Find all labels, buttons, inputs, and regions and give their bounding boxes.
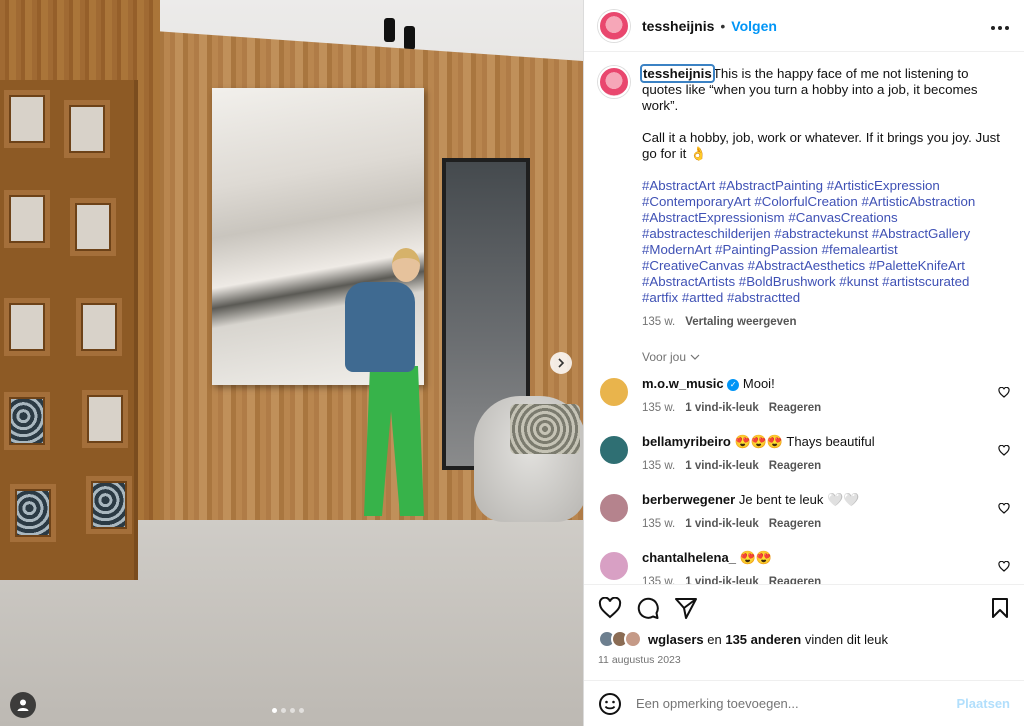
for-you-filter[interactable]: Voor jou	[642, 350, 1010, 364]
caption-time: 135 w.	[642, 316, 676, 328]
comment-like-button[interactable]	[998, 444, 1010, 459]
ceiling-spotlight	[384, 18, 395, 42]
share-button[interactable]	[674, 597, 698, 619]
person-head	[392, 248, 420, 282]
comment-like-count[interactable]: 1 vind-ik-leuk	[685, 400, 759, 416]
comment-icon	[637, 597, 659, 619]
comment-row: bellamyribeiro 😍😍😍 Thays beautiful 135 w.…	[598, 434, 1010, 480]
person-jacket	[345, 282, 415, 372]
pillow	[510, 404, 580, 454]
heart-icon	[998, 502, 1010, 514]
user-icon	[17, 699, 29, 711]
caption-hashtags[interactable]: #AbstractArt #AbstractPainting #Artistic…	[642, 178, 1002, 306]
send-icon	[675, 597, 697, 619]
heart-icon	[998, 560, 1010, 572]
comment-text: 😍😍😍 Thays beautiful	[734, 434, 875, 449]
follow-button[interactable]: Volgen	[731, 18, 777, 34]
post-photo[interactable]	[0, 0, 583, 726]
comment-list: m.o.w_music ✓ Mooi! 135 w. 1 vind-ik-leuk R…	[598, 376, 1010, 584]
post-side-panel: tessheijnis • Volgen tessheijnisThis is …	[583, 0, 1024, 726]
liker-username[interactable]: wglasers	[648, 632, 704, 647]
ceiling-spotlight	[404, 26, 415, 50]
comment-like-count[interactable]: 1 vind-ik-leuk	[685, 516, 759, 532]
like-button[interactable]	[598, 596, 622, 619]
comment-row: berberwegener Je bent te leuk 🤍🤍 135 w. 1 …	[598, 492, 1010, 538]
reply-button[interactable]: Reageren	[769, 458, 821, 474]
reply-button[interactable]: Reageren	[769, 516, 821, 532]
emoji-icon	[599, 692, 621, 715]
comment-row: chantalhelena_ 😍😍 135 w. 1 vind-ik-leuk Rea…	[598, 550, 1010, 584]
reply-button[interactable]: Reageren	[769, 574, 821, 584]
comment-like-count[interactable]: 1 vind-ik-leuk	[685, 458, 759, 474]
post-date: 11 augustus 2023	[598, 654, 681, 666]
commenter-username[interactable]: bellamyribeiro	[642, 434, 731, 449]
comment-time: 135 w.	[642, 576, 676, 584]
action-bar	[584, 584, 1024, 630]
tagged-users-button[interactable]	[10, 692, 36, 718]
commenter-username[interactable]: m.o.w_music	[642, 376, 724, 391]
comment-like-count[interactable]: 1 vind-ik-leuk	[685, 574, 759, 584]
translate-link[interactable]: Vertaling weergeven	[685, 314, 796, 330]
chevron-right-icon	[558, 358, 565, 368]
commenter-username[interactable]: chantalhelena_	[642, 550, 736, 565]
comment-row: m.o.w_music ✓ Mooi! 135 w. 1 vind-ik-leuk R…	[598, 376, 1010, 422]
liker-avatars[interactable]	[598, 630, 642, 648]
comment-like-button[interactable]	[998, 386, 1010, 401]
likes-tail: vinden dit leuk	[801, 631, 888, 647]
commenter-avatar[interactable]	[598, 376, 630, 408]
bookmark-icon	[992, 597, 1008, 618]
header-separator: •	[720, 17, 726, 34]
comment-text: Mooi!	[742, 376, 775, 391]
wood-door	[0, 80, 138, 580]
caption: tessheijnisThis is the happy face of me …	[598, 64, 1010, 330]
likes-summary: wglasers en 135 anderen vinden dit leuk	[584, 630, 1024, 648]
heart-icon	[598, 596, 622, 618]
comment-input[interactable]	[636, 696, 957, 711]
likes-connector: en	[703, 631, 726, 647]
commenter-avatar[interactable]	[598, 434, 630, 466]
more-options-button[interactable]	[990, 15, 1010, 36]
post-header: tessheijnis • Volgen	[584, 0, 1024, 52]
comment-text: 😍😍	[739, 550, 772, 565]
post-dialog: tessheijnis • Volgen tessheijnisThis is …	[0, 0, 1024, 726]
comment-time: 135 w.	[642, 402, 676, 414]
commenter-avatar[interactable]	[598, 492, 630, 524]
author-username[interactable]: tessheijnis	[642, 18, 714, 34]
more-horizontal-icon	[991, 26, 1009, 30]
caption-username[interactable]: tessheijnis	[640, 64, 715, 83]
comment-time: 135 w.	[642, 460, 676, 472]
comment-text: Je bent te leuk 🤍🤍	[738, 492, 860, 507]
verified-badge-icon: ✓	[727, 378, 740, 391]
emoji-button[interactable]	[598, 692, 622, 716]
commenter-username[interactable]: berberwegener	[642, 492, 735, 507]
save-button[interactable]	[990, 597, 1010, 619]
comment-button[interactable]	[636, 596, 660, 620]
carousel-next-button[interactable]	[550, 352, 572, 374]
caption-avatar[interactable]	[598, 66, 630, 98]
carousel-indicator	[272, 708, 304, 713]
comments-scroll-area[interactable]: tessheijnisThis is the happy face of me …	[584, 52, 1024, 584]
heart-icon	[998, 386, 1010, 398]
likes-count[interactable]: 135 anderen	[725, 632, 801, 647]
chevron-down-icon	[690, 354, 700, 360]
reply-button[interactable]: Reageren	[769, 400, 821, 416]
comment-like-button[interactable]	[998, 502, 1010, 517]
comment-time: 135 w.	[642, 518, 676, 530]
post-comment-button[interactable]: Plaatsen	[957, 696, 1010, 711]
author-avatar[interactable]	[598, 9, 630, 42]
for-you-label: Voor jou	[642, 350, 687, 364]
heart-icon	[998, 444, 1010, 456]
commenter-avatar[interactable]	[598, 550, 630, 582]
caption-text-2: Call it a hobby, job, work or whatever. …	[642, 130, 1000, 161]
add-comment-bar: Plaatsen	[584, 680, 1024, 726]
comment-like-button[interactable]	[998, 560, 1010, 575]
